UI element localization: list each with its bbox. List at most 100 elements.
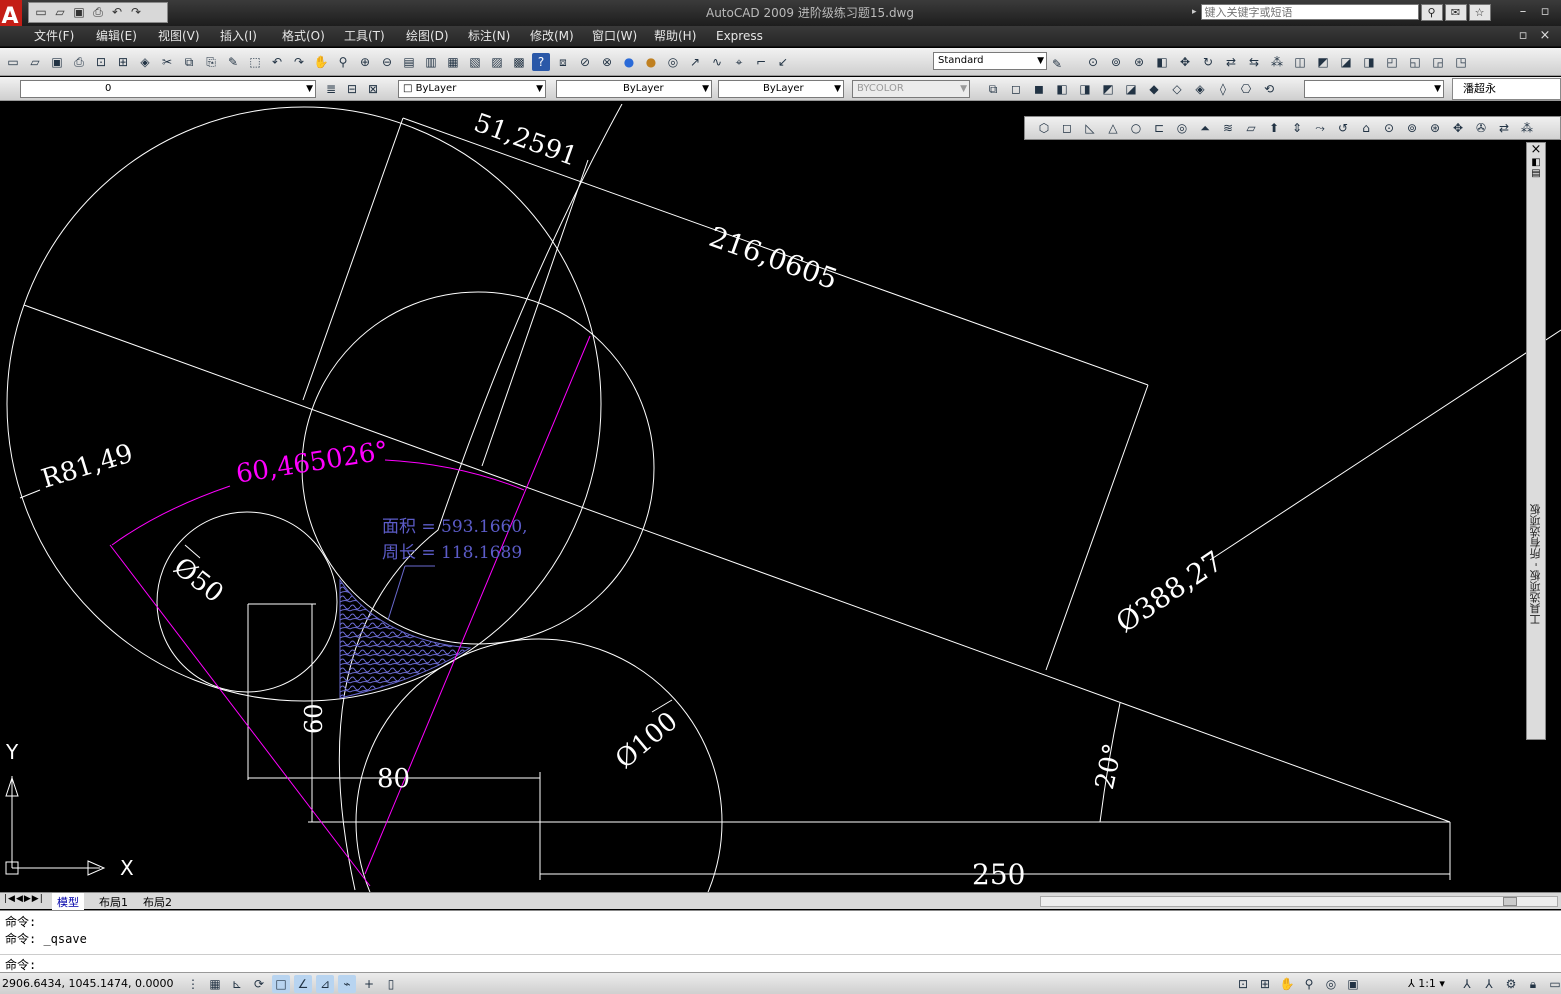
menu-dimension[interactable]: 标注(N) bbox=[468, 28, 510, 45]
3d-move-icon[interactable]: ✥ bbox=[1449, 119, 1467, 137]
slice-icon[interactable]: ◩ bbox=[1314, 53, 1332, 71]
otrack-icon[interactable]: ∠ bbox=[294, 975, 312, 993]
doc-restore-button[interactable]: ▫ bbox=[1514, 28, 1532, 44]
torus-icon[interactable]: ◎ bbox=[1173, 119, 1191, 137]
pan-icon[interactable]: ✋ bbox=[312, 53, 330, 71]
ne-iso-icon[interactable]: ◈ bbox=[1191, 80, 1209, 98]
extrude-icon[interactable]: ⬆ bbox=[1265, 119, 1283, 137]
3d-array-icon[interactable]: ⁂ bbox=[1518, 119, 1536, 137]
section-icon[interactable]: ◫ bbox=[1291, 53, 1309, 71]
minimize-button[interactable]: – bbox=[1514, 4, 1532, 20]
camera-view-icon[interactable]: ⎔ bbox=[1237, 80, 1255, 98]
menu-express[interactable]: Express bbox=[716, 28, 763, 45]
menu-format[interactable]: 格式(O) bbox=[282, 28, 325, 45]
palette-close-icon[interactable]: × bbox=[1527, 143, 1545, 157]
left-view-icon[interactable]: ◧ bbox=[1053, 80, 1071, 98]
leader-icon[interactable]: ⌐ bbox=[752, 53, 770, 71]
3d-rotate-icon[interactable]: ✇ bbox=[1472, 119, 1490, 137]
cone-icon[interactable]: △ bbox=[1104, 119, 1122, 137]
redo-icon[interactable]: ↷ bbox=[128, 5, 144, 20]
rotate-3d-icon[interactable]: ↻ bbox=[1199, 53, 1217, 71]
save-icon[interactable]: ▣ bbox=[48, 53, 66, 71]
text-style-select[interactable]: Standard ▼ bbox=[933, 52, 1047, 70]
sweep-icon[interactable]: ⤳ bbox=[1311, 119, 1329, 137]
align-3d-icon[interactable]: ⇄ bbox=[1222, 53, 1240, 71]
snap-icon[interactable]: ⋮ bbox=[184, 975, 202, 993]
scroll-thumb[interactable] bbox=[1503, 897, 1517, 906]
render-icon[interactable]: ● bbox=[642, 53, 660, 71]
cylinder-icon[interactable]: ⊏ bbox=[1150, 119, 1168, 137]
zoom-status-icon[interactable]: ⚲ bbox=[1300, 975, 1318, 993]
open-icon[interactable]: ▱ bbox=[26, 53, 44, 71]
material-blue-icon[interactable]: ● bbox=[620, 53, 638, 71]
nw-iso-icon[interactable]: ◊ bbox=[1214, 80, 1232, 98]
undo-icon[interactable]: ↶ bbox=[109, 5, 125, 20]
favorites-star-icon[interactable]: ☆ bbox=[1468, 3, 1491, 21]
palette-autohide-icon[interactable]: ◧ bbox=[1527, 157, 1545, 168]
tool-palettes-icon[interactable]: ▦ bbox=[444, 53, 462, 71]
ucs-select[interactable]: ▼ bbox=[1304, 80, 1444, 98]
properties-icon[interactable]: ▤ bbox=[400, 53, 418, 71]
publish-icon[interactable]: ⊞ bbox=[114, 53, 132, 71]
tab-nav-arrows-icon[interactable]: |◀◀▶▶| bbox=[4, 894, 44, 904]
quick-properties-icon[interactable]: ▯ bbox=[382, 975, 400, 993]
shell-icon[interactable]: ◰ bbox=[1383, 53, 1401, 71]
autoscale-icon[interactable]: ⅄ bbox=[1480, 975, 1498, 993]
hide-icon[interactable]: ⊘ bbox=[576, 53, 594, 71]
revolve-icon[interactable]: ↺ bbox=[1334, 119, 1352, 137]
helix-icon[interactable]: ≋ bbox=[1219, 119, 1237, 137]
search-icon[interactable]: ⚲ bbox=[1420, 3, 1443, 21]
front-view-icon[interactable]: ◩ bbox=[1099, 80, 1117, 98]
intersect-icon[interactable]: ⊛ bbox=[1130, 53, 1148, 71]
clean-icon[interactable]: ◲ bbox=[1429, 53, 1447, 71]
shade-icon[interactable]: ⊗ bbox=[598, 53, 616, 71]
spline-icon[interactable]: ∿ bbox=[708, 53, 726, 71]
menu-view[interactable]: 视图(V) bbox=[158, 28, 200, 45]
tab-layout1[interactable]: 布局1 bbox=[94, 893, 133, 911]
cut-icon[interactable]: ✂ bbox=[158, 53, 176, 71]
palette-properties-icon[interactable]: ▤ bbox=[1527, 168, 1545, 179]
drawing-canvas[interactable]: 51,2591 216,0605 R81,49 60,465026° Ø50 Ø… bbox=[0, 104, 1561, 892]
separate-icon[interactable]: ◱ bbox=[1406, 53, 1424, 71]
lock-ui-icon[interactable]: 🔒︎ bbox=[1524, 975, 1542, 993]
design-center-icon[interactable]: ▥ bbox=[422, 53, 440, 71]
communication-center-icon[interactable]: ✉ bbox=[1444, 3, 1467, 21]
menu-draw[interactable]: 绘图(D) bbox=[406, 28, 449, 45]
box-icon[interactable]: ◻ bbox=[1058, 119, 1076, 137]
restore-button[interactable]: ▫ bbox=[1536, 4, 1554, 20]
menu-edit[interactable]: 编辑(E) bbox=[96, 28, 137, 45]
menu-file[interactable]: 文件(F) bbox=[34, 28, 74, 45]
user-field[interactable]: 潘超永 bbox=[1452, 78, 1561, 100]
3d-align-icon[interactable]: ⇄ bbox=[1495, 119, 1513, 137]
layout-icon[interactable]: ⊞ bbox=[1256, 975, 1274, 993]
text-style-manager-icon[interactable]: ✎ bbox=[1052, 53, 1062, 73]
right-view-icon[interactable]: ◨ bbox=[1076, 80, 1094, 98]
layer-properties-icon[interactable]: ≣ bbox=[322, 80, 340, 98]
showmotion-icon[interactable]: ▣ bbox=[1344, 975, 1362, 993]
presspull-icon[interactable]: ⇕ bbox=[1288, 119, 1306, 137]
menu-window[interactable]: 窗口(W) bbox=[592, 28, 637, 45]
lineweight-icon[interactable]: + bbox=[360, 975, 378, 993]
pyramid-icon[interactable]: ⏶ bbox=[1196, 119, 1214, 137]
osnap-icon[interactable]: □ bbox=[272, 975, 290, 993]
color-select[interactable]: □ ByLayer ▼ bbox=[398, 80, 546, 98]
ortho-icon[interactable]: ⊾ bbox=[228, 975, 246, 993]
check-icon[interactable]: ◳ bbox=[1452, 53, 1470, 71]
block-icon[interactable]: ⧈ bbox=[554, 53, 572, 71]
plot-icon[interactable]: ⎙ bbox=[70, 53, 88, 71]
new-file-icon[interactable]: ▭ bbox=[33, 5, 49, 20]
3d-dwf-icon[interactable]: ◈ bbox=[136, 53, 154, 71]
tab-model[interactable]: 模型 bbox=[52, 893, 84, 911]
sw-iso-icon[interactable]: ◆ bbox=[1145, 80, 1163, 98]
camera-icon[interactable]: ◎ bbox=[664, 53, 682, 71]
tab-layout2[interactable]: 布局2 bbox=[138, 893, 177, 911]
intersect-icon[interactable]: ⊛ bbox=[1426, 119, 1444, 137]
workspace-icon[interactable]: ⚙ bbox=[1502, 975, 1520, 993]
grid-icon[interactable]: ▦ bbox=[206, 975, 224, 993]
union-icon[interactable]: ⊙ bbox=[1380, 119, 1398, 137]
ucs-icon[interactable]: ⟲ bbox=[1260, 80, 1278, 98]
polar-icon[interactable]: ⟳ bbox=[250, 975, 268, 993]
horizontal-scrollbar[interactable] bbox=[1040, 896, 1558, 907]
extrude-icon[interactable]: ◧ bbox=[1153, 53, 1171, 71]
union-icon[interactable]: ⊙ bbox=[1084, 53, 1102, 71]
